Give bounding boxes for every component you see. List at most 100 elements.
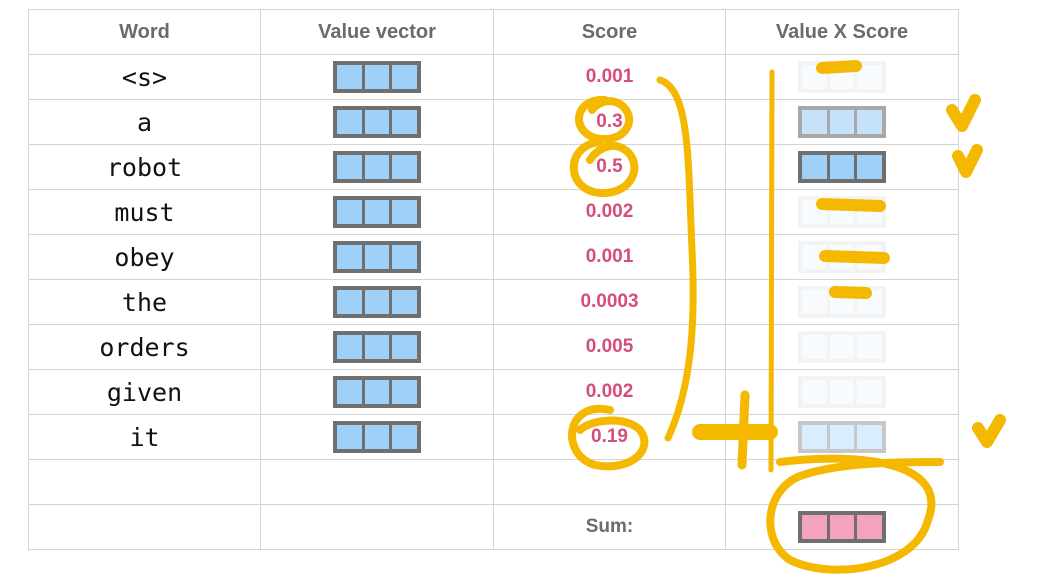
score-cell: 0.002 (493, 369, 726, 415)
word-label: <s> (121, 62, 168, 92)
vector-cell (337, 290, 362, 314)
value-vector-cell (260, 234, 494, 280)
score-value: 0.3 (596, 111, 623, 132)
value-vector-cell (260, 99, 494, 145)
sum-vector (798, 511, 886, 543)
vector-cell (857, 380, 883, 404)
vector-cell (392, 155, 418, 179)
weighted-vector-cell (725, 324, 959, 370)
value-vector (333, 421, 421, 453)
vector-cell (337, 200, 362, 224)
vector-cell (802, 425, 827, 449)
table-body: <s> 0.001 a 0.3 robot 0.5 must 0.002 obey 0.001 th… (28, 54, 959, 550)
vector-cell (337, 335, 362, 359)
vector-cell (857, 65, 883, 89)
table-row: it 0.19 (28, 414, 959, 460)
table-row: the 0.0003 (28, 279, 959, 325)
vector-cell (392, 110, 418, 134)
value-vector-cell (260, 369, 494, 415)
empty-cell (493, 459, 726, 505)
score-value: 0.005 (585, 336, 634, 357)
vector-cell (392, 380, 418, 404)
weighted-vector-cell (725, 234, 959, 280)
vector-cell (857, 110, 883, 134)
value-vector-cell (260, 324, 494, 370)
empty-cell (28, 504, 261, 550)
weighted-vector (798, 151, 886, 183)
sum-label: Sum: (585, 516, 634, 537)
vector-cell (829, 155, 855, 179)
vector-cell (802, 110, 827, 134)
vector-cell (337, 110, 362, 134)
vector-cell (802, 290, 827, 314)
value-vector-cell (260, 414, 494, 460)
score-cell: 0.5 (493, 144, 726, 190)
vector-cell (857, 155, 883, 179)
empty-cell (28, 459, 261, 505)
value-vector (333, 196, 421, 228)
word-cell: robot (28, 144, 261, 190)
header-value-vector: Value vector (260, 9, 494, 55)
sum-row: Sum: (28, 504, 959, 550)
empty-cell (260, 504, 494, 550)
value-vector (333, 376, 421, 408)
empty-row (28, 459, 959, 505)
word-cell: the (28, 279, 261, 325)
table-row: robot 0.5 (28, 144, 959, 190)
vector-cell (392, 290, 418, 314)
vector-cell (364, 335, 390, 359)
score-value: 0.001 (585, 66, 634, 87)
vector-cell (857, 515, 883, 539)
vector-cell (829, 200, 855, 224)
vector-cell (392, 200, 418, 224)
score-cell: 0.0003 (493, 279, 726, 325)
vector-cell (364, 200, 390, 224)
weighted-vector (798, 196, 886, 228)
table-row: orders 0.005 (28, 324, 959, 370)
vector-cell (802, 245, 827, 269)
value-vector-cell (260, 189, 494, 235)
table-row: given 0.002 (28, 369, 959, 415)
header-value-x-score: Value X Score (725, 9, 959, 55)
vector-cell (364, 425, 390, 449)
table-row: <s> 0.001 (28, 54, 959, 100)
vector-cell (829, 515, 855, 539)
weighted-vector-cell (725, 279, 959, 325)
vector-cell (802, 335, 827, 359)
check-robot (952, 144, 983, 178)
table-row: must 0.002 (28, 189, 959, 235)
word-label: orders (99, 332, 190, 362)
vector-cell (392, 245, 418, 269)
word-cell: given (28, 369, 261, 415)
vector-cell (337, 155, 362, 179)
vector-cell (857, 200, 883, 224)
score-cell: 0.001 (493, 54, 726, 100)
value-vector-cell (260, 279, 494, 325)
vector-cell (829, 110, 855, 134)
vector-cell (829, 425, 855, 449)
vector-cell (337, 245, 362, 269)
word-cell: <s> (28, 54, 261, 100)
word-label: a (136, 107, 153, 137)
vector-cell (829, 245, 855, 269)
vector-cell (337, 65, 362, 89)
weighted-vector (798, 331, 886, 363)
value-vector (333, 61, 421, 93)
vector-cell (829, 380, 855, 404)
weighted-vector-cell (725, 189, 959, 235)
vector-cell (857, 290, 883, 314)
vector-cell (857, 425, 883, 449)
score-value: 0.0003 (580, 291, 639, 312)
weighted-vector (798, 106, 886, 138)
table-row: obey 0.001 (28, 234, 959, 280)
weighted-vector (798, 286, 886, 318)
empty-cell (260, 459, 494, 505)
score-value: 0.5 (596, 156, 623, 177)
vector-cell (802, 65, 827, 89)
score-cell: 0.002 (493, 189, 726, 235)
weighted-vector (798, 241, 886, 273)
score-cell: 0.005 (493, 324, 726, 370)
score-cell: 0.3 (493, 99, 726, 145)
vector-cell (857, 245, 883, 269)
vector-cell (392, 335, 418, 359)
